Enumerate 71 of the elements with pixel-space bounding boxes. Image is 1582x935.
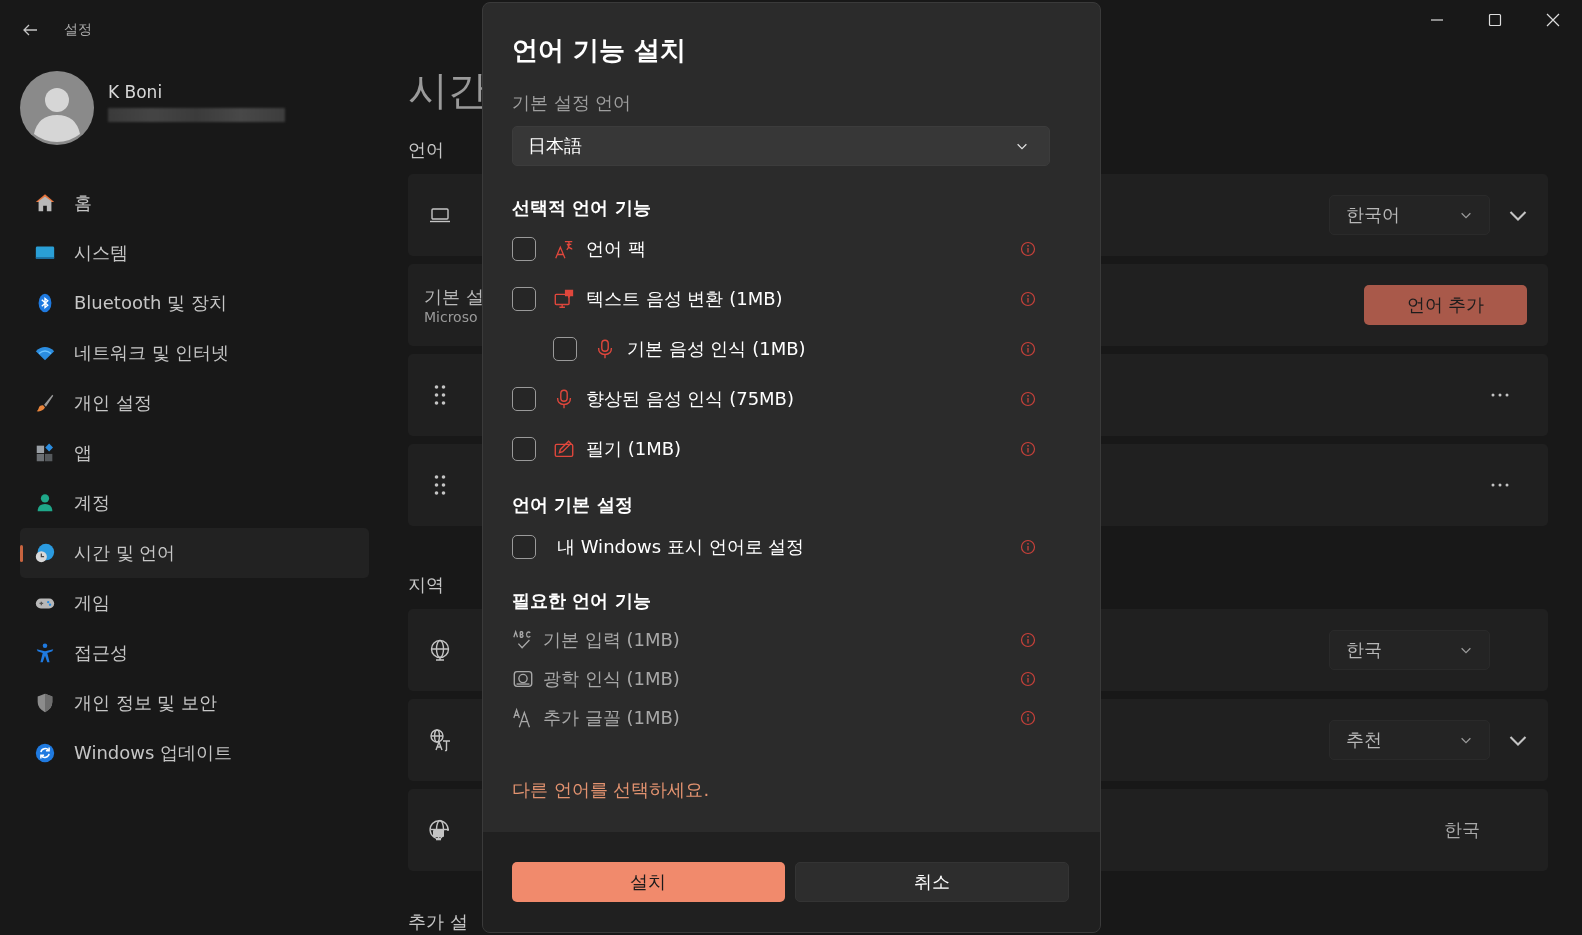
setting-description: Microso bbox=[424, 309, 479, 325]
globe-icon bbox=[428, 638, 452, 662]
info-icon[interactable] bbox=[1020, 391, 1036, 407]
sidebar-item[interactable]: Windows 업데이트 bbox=[20, 728, 369, 778]
checkbox[interactable] bbox=[512, 237, 536, 261]
feature-label: 추가 글꼴 (1MB) bbox=[543, 705, 680, 730]
apps-icon bbox=[34, 442, 56, 464]
dropdown[interactable]: 한국어 bbox=[1329, 195, 1490, 235]
accessibility-icon bbox=[34, 642, 56, 664]
info-icon[interactable] bbox=[1020, 539, 1036, 555]
feature-label: 향상된 음성 인식 (75MB) bbox=[586, 387, 794, 411]
sidebar-item[interactable]: Bluetooth 및 장치 bbox=[20, 278, 369, 328]
sidebar-item[interactable]: 시간 및 언어 bbox=[20, 528, 369, 578]
checkbox[interactable] bbox=[512, 287, 536, 311]
info-icon[interactable] bbox=[1020, 631, 1036, 648]
more-icon[interactable] bbox=[1490, 482, 1510, 488]
language-pack-icon bbox=[553, 238, 575, 260]
install-button[interactable]: 설치 bbox=[512, 862, 785, 902]
account-name: K Boni bbox=[108, 82, 164, 102]
language-dropdown[interactable]: 日本語 bbox=[512, 126, 1050, 166]
info-icon[interactable] bbox=[1020, 291, 1036, 307]
checkbox[interactable] bbox=[512, 387, 536, 411]
page-title: 시간 bbox=[408, 66, 488, 114]
feature-label: 텍스트 음성 변환 (1MB) bbox=[586, 287, 783, 311]
info-icon[interactable] bbox=[1020, 241, 1036, 257]
globe-clock-icon bbox=[34, 542, 56, 564]
sidebar-item[interactable]: 개인 정보 및 보안 bbox=[20, 678, 369, 728]
sidebar-item[interactable]: 홈 bbox=[20, 178, 369, 228]
section-heading: 필요한 언어 기능 bbox=[512, 589, 651, 613]
field-label: 기본 설정 언어 bbox=[512, 91, 632, 115]
globe-monitor-icon bbox=[428, 818, 452, 842]
checkbox[interactable] bbox=[512, 535, 536, 559]
cancel-button[interactable]: 취소 bbox=[794, 862, 1069, 902]
info-icon[interactable] bbox=[1020, 341, 1036, 357]
brush-icon bbox=[34, 392, 56, 414]
section-heading: 언어 bbox=[408, 138, 444, 162]
sidebar-item[interactable]: 접근성 bbox=[20, 628, 369, 678]
section-heading: 언어 기본 설정 bbox=[512, 493, 633, 517]
info-icon[interactable] bbox=[1020, 441, 1036, 457]
preference-label: 내 Windows 표시 언어로 설정 bbox=[557, 535, 805, 559]
sidebar-item[interactable]: 시스템 bbox=[20, 228, 369, 278]
section-heading: 선택적 언어 기능 bbox=[512, 196, 651, 220]
choose-language-link[interactable]: 다른 언어를 선택하세요. bbox=[512, 778, 710, 802]
setting-title: 기본 설 bbox=[424, 285, 484, 309]
translate-icon bbox=[428, 728, 452, 752]
sidebar-item[interactable]: 네트워크 및 인터넷 bbox=[20, 328, 369, 378]
refresh-icon bbox=[34, 742, 56, 764]
dropdown[interactable]: 추천 bbox=[1329, 720, 1490, 760]
dropdown[interactable]: 한국 bbox=[1329, 630, 1490, 670]
window-title: 설정 bbox=[64, 21, 92, 39]
feature-label: 기본 음성 인식 (1MB) bbox=[627, 337, 806, 361]
sidebar-item[interactable]: 개인 설정 bbox=[20, 378, 369, 428]
sidebar-item[interactable]: 게임 bbox=[20, 578, 369, 628]
feature-label: 언어 팩 bbox=[586, 237, 646, 261]
dialog-title: 언어 기능 설치 bbox=[512, 34, 687, 67]
home-icon bbox=[34, 192, 56, 214]
feature-label: 필기 (1MB) bbox=[586, 437, 682, 461]
section-heading: 추가 설 bbox=[408, 910, 468, 934]
sidebar-item[interactable]: 계정 bbox=[20, 478, 369, 528]
info-icon[interactable] bbox=[1020, 709, 1036, 726]
monitor-bubble-icon bbox=[553, 288, 575, 310]
checkbox[interactable] bbox=[553, 337, 577, 361]
setting-value: 한국 bbox=[1444, 818, 1480, 842]
more-icon[interactable] bbox=[1490, 392, 1510, 398]
info-icon[interactable] bbox=[1020, 670, 1036, 687]
pen-edit-icon bbox=[553, 438, 575, 460]
feature-label: 광학 인식 (1MB) bbox=[543, 666, 680, 691]
sidebar-item[interactable]: 앱 bbox=[20, 428, 369, 478]
checkbox[interactable] bbox=[512, 437, 536, 461]
section-heading: 지역 bbox=[408, 573, 444, 597]
feature-label: 기본 입력 (1MB) bbox=[543, 627, 680, 652]
